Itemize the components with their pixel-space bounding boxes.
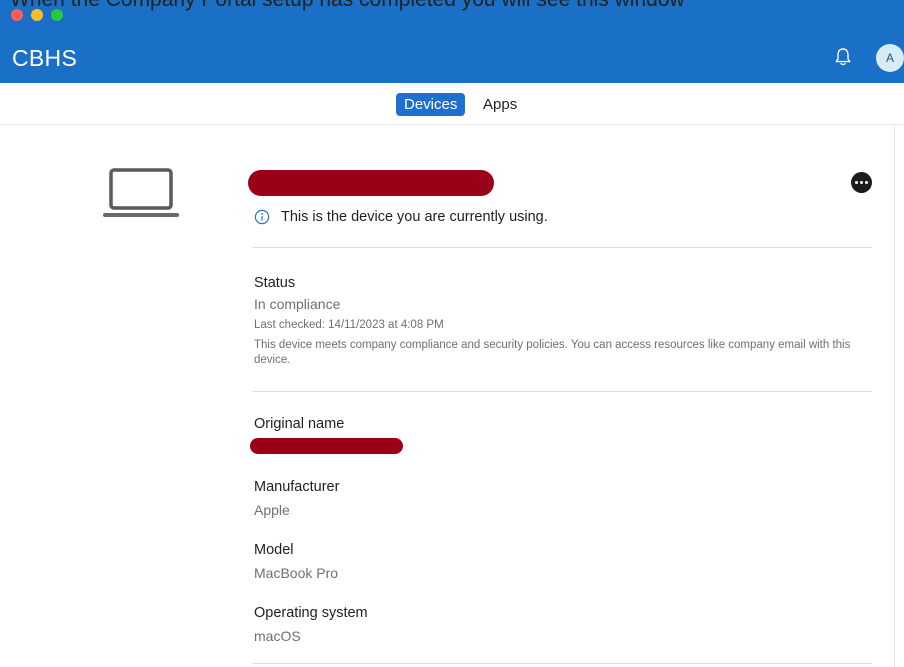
compliance-description: This device meets company compliance and… xyxy=(254,339,851,366)
divider xyxy=(252,247,872,248)
divider xyxy=(252,391,872,392)
original-name-label: Original name xyxy=(254,416,345,432)
scrollbar[interactable] xyxy=(894,126,895,667)
model-label: Model xyxy=(254,542,294,558)
window-controls xyxy=(11,9,63,21)
minimize-window-button[interactable] xyxy=(31,9,43,21)
tab-apps[interactable]: Apps xyxy=(475,93,525,116)
os-label: Operating system xyxy=(254,605,368,621)
model-value: MacBook Pro xyxy=(254,565,339,581)
manufacturer-label: Manufacturer xyxy=(254,479,340,495)
status-value: In compliance xyxy=(254,296,341,312)
avatar[interactable]: A xyxy=(876,44,904,72)
title-bar: CBHS A xyxy=(0,0,904,83)
os-value: macOS xyxy=(254,628,301,644)
original-name-redacted xyxy=(250,438,403,454)
zoom-window-button[interactable] xyxy=(51,9,63,21)
tab-bar: Devices Apps xyxy=(0,83,904,125)
last-checked-text: Last checked: 14/11/2023 at 4:08 PM xyxy=(254,319,444,331)
device-name-redacted xyxy=(248,170,494,196)
bell-icon[interactable] xyxy=(832,46,854,68)
info-icon xyxy=(254,209,270,225)
close-window-button[interactable] xyxy=(11,9,23,21)
manufacturer-value: Apple xyxy=(254,502,290,518)
laptop-icon xyxy=(103,168,179,217)
tab-devices[interactable]: Devices xyxy=(396,93,466,116)
divider xyxy=(252,663,872,664)
current-device-message: This is the device you are currently usi… xyxy=(281,209,548,225)
more-options-icon[interactable] xyxy=(851,172,872,193)
app-title: CBHS xyxy=(12,45,78,71)
status-label: Status xyxy=(254,275,296,291)
